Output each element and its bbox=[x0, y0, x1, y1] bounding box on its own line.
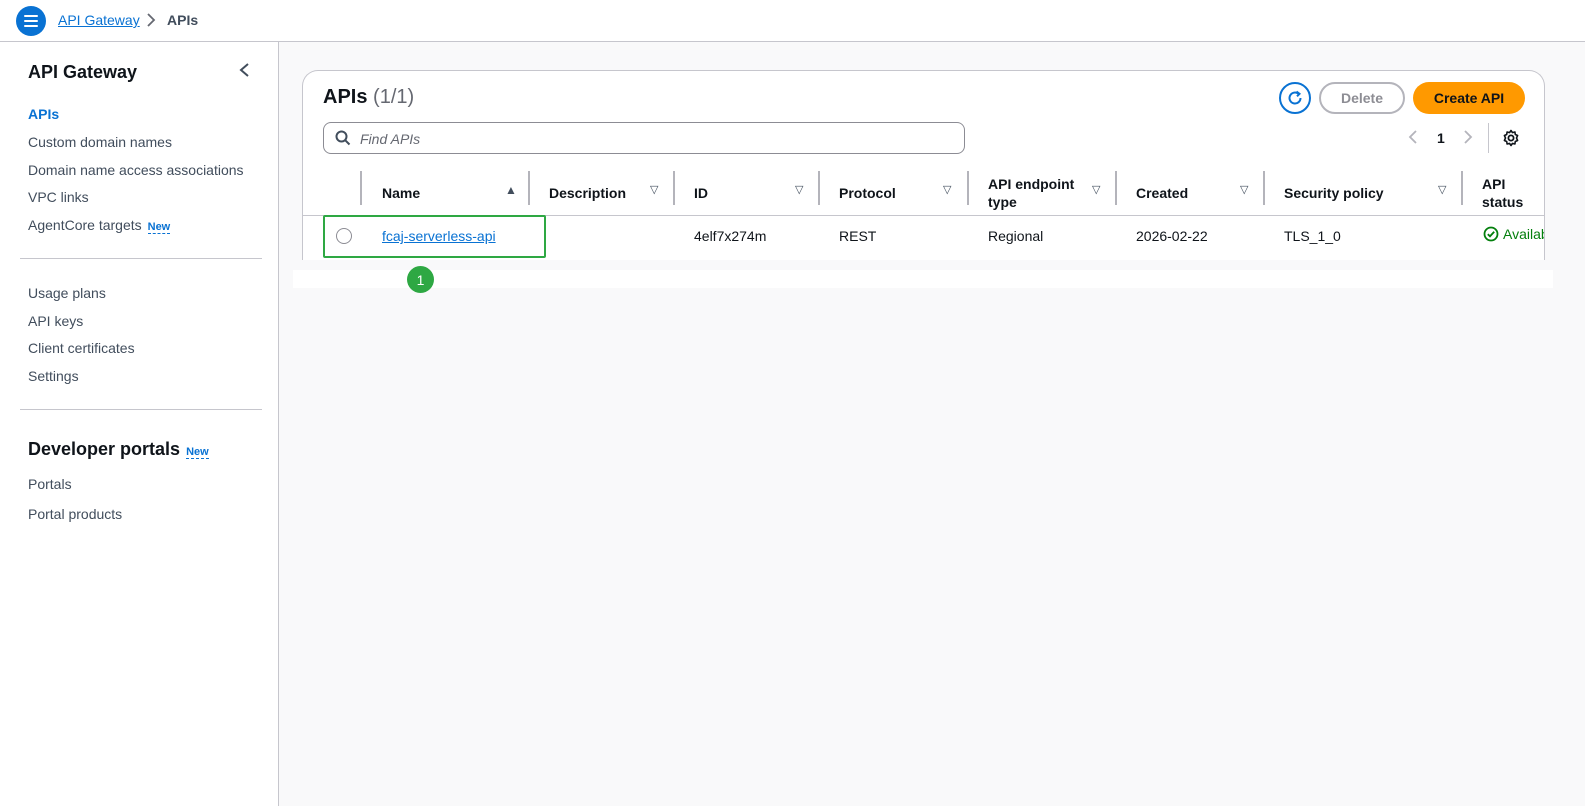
sidebar-item-usage-plans[interactable]: Usage plans bbox=[28, 285, 106, 301]
status-text: Available bbox=[1503, 226, 1544, 242]
search-field[interactable] bbox=[323, 122, 965, 154]
sidebar: API Gateway APIs Custom domain names Dom… bbox=[0, 42, 279, 806]
cell-id: 4elf7x274m bbox=[694, 228, 767, 244]
hamburger-icon-line bbox=[24, 25, 38, 27]
sidebar-item-agentcore-targets[interactable]: AgentCore targets New bbox=[28, 217, 171, 234]
column-separator[interactable] bbox=[818, 171, 820, 205]
row-highlight-box bbox=[323, 215, 546, 258]
sort-icon[interactable]: ▽ bbox=[1092, 183, 1100, 196]
sort-icon[interactable]: ▽ bbox=[1438, 183, 1446, 196]
breadcrumb-current: APIs bbox=[167, 12, 199, 28]
column-header-protocol[interactable]: Protocol bbox=[839, 171, 896, 215]
column-header-endpoint-type[interactable]: API endpoint type bbox=[988, 171, 1088, 215]
sidebar-divider bbox=[20, 409, 262, 410]
sidebar-item-portals[interactable]: Portals bbox=[28, 476, 72, 492]
column-separator bbox=[360, 171, 362, 205]
api-count: (1/1) bbox=[373, 86, 415, 108]
column-separator[interactable] bbox=[673, 171, 675, 205]
sidebar-item-portal-products[interactable]: Portal products bbox=[28, 506, 122, 522]
check-circle-icon bbox=[1483, 226, 1499, 242]
cell-endpoint-type: Regional bbox=[988, 228, 1044, 244]
next-page-icon[interactable] bbox=[1463, 129, 1473, 150]
sidebar-item-settings[interactable]: Settings bbox=[28, 368, 79, 384]
cell-security-policy: TLS_1_0 bbox=[1284, 228, 1341, 244]
create-api-button[interactable]: Create API bbox=[1413, 82, 1525, 114]
column-header-description[interactable]: Description bbox=[549, 171, 626, 215]
main-content: APIs (1/1) Delete Create API 1 bbox=[279, 42, 1585, 806]
cell-protocol: REST bbox=[839, 228, 877, 244]
sidebar-title: API Gateway bbox=[28, 62, 138, 82]
sort-icon[interactable]: ▽ bbox=[650, 183, 658, 196]
breadcrumb-chevron-icon bbox=[146, 11, 156, 32]
column-separator[interactable] bbox=[1115, 171, 1117, 205]
previous-page-icon[interactable] bbox=[1408, 129, 1418, 150]
column-separator[interactable] bbox=[528, 171, 530, 205]
delete-button[interactable]: Delete bbox=[1319, 82, 1405, 114]
column-header-id[interactable]: ID bbox=[694, 171, 708, 215]
panel-footer bbox=[293, 270, 1553, 288]
sidebar-item-label: AgentCore targets bbox=[28, 217, 142, 233]
cell-api-status: Available bbox=[1483, 226, 1544, 242]
column-separator[interactable] bbox=[1461, 171, 1463, 205]
new-badge[interactable]: New bbox=[147, 221, 171, 234]
breadcrumb-api-gateway-link[interactable]: API Gateway bbox=[58, 12, 140, 28]
step-number-badge: 1 bbox=[407, 266, 434, 293]
top-breadcrumb-bar: API Gateway APIs bbox=[0, 0, 1585, 42]
sort-icon[interactable]: ▽ bbox=[1240, 183, 1248, 196]
refresh-button[interactable] bbox=[1279, 82, 1311, 114]
hamburger-icon-line bbox=[24, 20, 38, 22]
sidebar-item-custom-domain-names[interactable]: Custom domain names bbox=[28, 134, 172, 150]
sidebar-item-vpc-links[interactable]: VPC links bbox=[28, 189, 89, 205]
menu-toggle-button[interactable] bbox=[16, 6, 46, 36]
column-separator[interactable] bbox=[1263, 171, 1265, 205]
collapse-sidebar-chevron-icon[interactable] bbox=[238, 60, 256, 82]
apis-table-panel: APIs (1/1) Delete Create API 1 bbox=[302, 70, 1545, 260]
column-separator[interactable] bbox=[967, 171, 969, 205]
sidebar-item-domain-name-access-associations[interactable]: Domain name access associations bbox=[28, 162, 244, 178]
column-header-name[interactable]: Name bbox=[382, 171, 420, 215]
page-number[interactable]: 1 bbox=[1437, 130, 1445, 146]
column-header-security-policy[interactable]: Security policy bbox=[1284, 171, 1384, 215]
gear-icon[interactable] bbox=[1502, 129, 1520, 152]
sidebar-item-client-certificates[interactable]: Client certificates bbox=[28, 340, 135, 356]
developer-portals-title: Developer portals bbox=[28, 439, 181, 459]
new-badge[interactable]: New bbox=[186, 446, 209, 459]
search-icon bbox=[335, 130, 351, 146]
column-header-api-status[interactable]: API status bbox=[1482, 171, 1542, 215]
sort-icon[interactable]: ▽ bbox=[943, 183, 951, 196]
cell-created: 2026-02-22 bbox=[1136, 228, 1208, 244]
refresh-icon bbox=[1288, 90, 1302, 105]
column-header-created[interactable]: Created bbox=[1136, 171, 1188, 215]
sidebar-divider bbox=[20, 258, 262, 259]
sort-ascending-icon[interactable]: ▲ bbox=[505, 183, 517, 197]
page-title: APIs (1/1) bbox=[323, 86, 414, 109]
sidebar-item-apis[interactable]: APIs bbox=[28, 106, 59, 122]
developer-portals-heading: Developer portals New bbox=[28, 439, 209, 460]
pagination-divider bbox=[1488, 123, 1489, 153]
hamburger-icon bbox=[24, 15, 38, 17]
sidebar-item-api-keys[interactable]: API keys bbox=[28, 313, 83, 329]
search-input[interactable] bbox=[360, 129, 950, 149]
panel-title-text: APIs bbox=[323, 86, 368, 108]
sort-icon[interactable]: ▽ bbox=[795, 183, 803, 196]
